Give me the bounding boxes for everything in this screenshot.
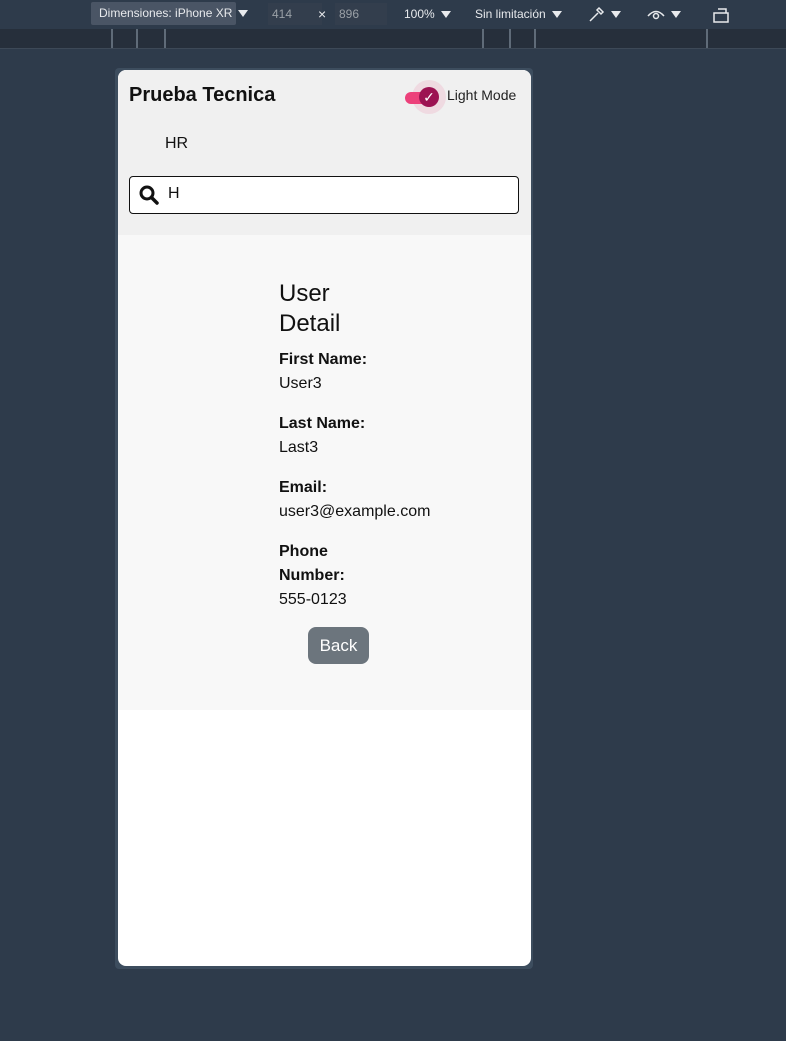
ruler-tick [509, 29, 511, 48]
device-label: Dimensiones: iPhone XR [99, 6, 233, 20]
rotate-device-icon [713, 8, 729, 23]
app-title: Prueba Tecnica [129, 84, 276, 106]
eyedropper-icon [589, 6, 605, 22]
back-button[interactable]: Back [308, 627, 369, 664]
phone-field: Phone Number: 555-0123 [279, 540, 479, 612]
chevron-down-icon [551, 11, 562, 19]
theme-toggle[interactable]: ✓ [405, 80, 446, 114]
theme-toggle-label: Light Mode [447, 87, 517, 103]
user-detail: User Detail First Name: User3 Last Name:… [279, 279, 479, 612]
search-input[interactable] [168, 183, 508, 205]
ruler-tick [136, 29, 138, 48]
vision-button[interactable] [647, 0, 681, 28]
throttle-value: Sin limitación [475, 7, 546, 21]
chevron-down-icon [238, 10, 249, 18]
chevron-down-icon [611, 11, 621, 19]
search-icon [139, 185, 159, 205]
detail-panel: User Detail First Name: User3 Last Name:… [118, 235, 531, 710]
eye-icon [647, 10, 665, 20]
last-name-field: Last Name: Last3 [279, 412, 479, 460]
field-value: User3 [279, 375, 322, 392]
field-label: Last Name: [279, 415, 366, 432]
field-value: Last3 [279, 439, 319, 456]
device-ruler [0, 29, 786, 49]
ruler-tick [706, 29, 708, 48]
check-icon: ✓ [419, 87, 439, 107]
device-select[interactable]: Dimensiones: iPhone XR [91, 2, 249, 25]
devtools-toolbar: Dimensiones: iPhone XR 414 × 896 100% Si… [0, 0, 786, 29]
field-label: First Name: [279, 351, 368, 368]
height-input[interactable]: 896 [335, 3, 387, 25]
field-value: 555-0123 [279, 591, 347, 608]
chevron-down-icon [440, 11, 451, 19]
ruler-tick [482, 29, 484, 48]
field-value: user3@example.com [279, 503, 431, 520]
app-header: Prueba Tecnica ✓ Light Mode HR [118, 70, 531, 235]
eyedropper-button[interactable] [587, 0, 621, 28]
zoom-select[interactable]: 100% [404, 0, 451, 28]
chevron-down-icon [671, 11, 681, 19]
rotate-button[interactable] [712, 0, 732, 28]
throttle-select[interactable]: Sin limitación [475, 0, 562, 28]
first-name-field: First Name: User3 [279, 348, 479, 396]
department-label: HR [165, 135, 189, 152]
field-label: Phone Number: [279, 543, 345, 584]
device-screen: Prueba Tecnica ✓ Light Mode HR User Deta… [118, 70, 531, 966]
width-input[interactable]: 414 [268, 3, 322, 25]
ruler-tick [534, 29, 536, 48]
zoom-value: 100% [404, 7, 435, 21]
detail-heading: User Detail [279, 280, 341, 337]
times-sign: × [318, 6, 327, 22]
ruler-tick [111, 29, 113, 48]
ruler-tick [164, 29, 166, 48]
email-field: Email: user3@example.com [279, 476, 479, 524]
field-label: Email: [279, 479, 328, 496]
search-box[interactable] [129, 176, 519, 214]
